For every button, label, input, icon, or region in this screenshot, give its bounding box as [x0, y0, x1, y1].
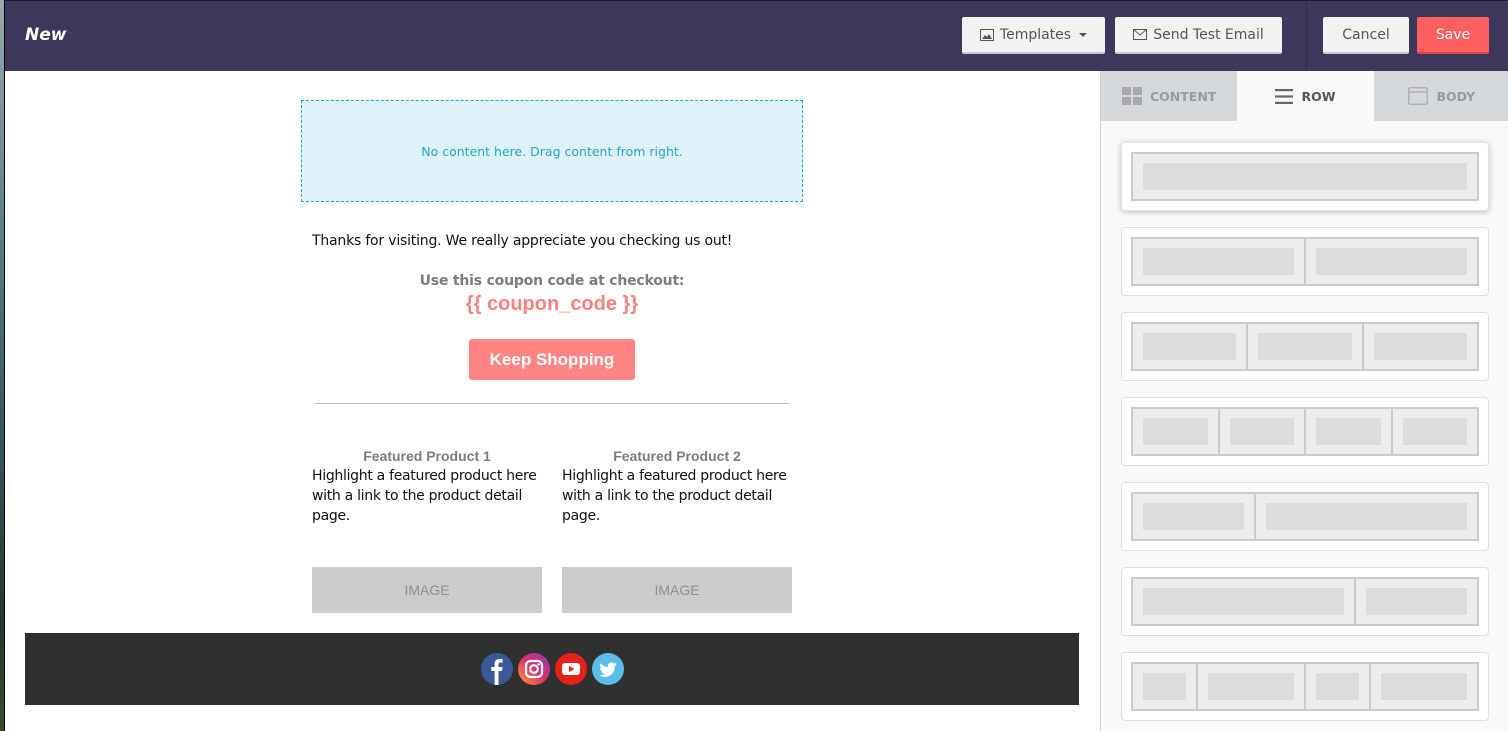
footer-social-bar [25, 633, 1079, 705]
row-layout-column-fill [1258, 333, 1352, 360]
send-test-email-button[interactable]: Send Test Email [1115, 17, 1282, 54]
email-editor-window: New Templates Send Test Email Cancel Sav… [4, 0, 1508, 731]
templates-label: Templates [999, 26, 1072, 43]
row-layout-column-fill [1229, 418, 1294, 445]
cancel-button[interactable]: Cancel [1323, 17, 1409, 54]
product-description: Highlight a featured product here with a… [312, 468, 537, 524]
row-layout-preview [1131, 577, 1479, 626]
row-layout-column [1133, 239, 1306, 284]
envelope-icon [1133, 29, 1148, 40]
row-layout-column-fill [1143, 333, 1237, 360]
row-layout-list [1121, 142, 1489, 731]
row-layout-preview [1131, 152, 1479, 201]
row-layout-option[interactable] [1121, 227, 1489, 296]
row-layout-preview [1131, 407, 1479, 456]
row-layout-option[interactable] [1121, 142, 1489, 211]
youtube-icon[interactable] [554, 653, 587, 685]
row-layout-column-fill [1366, 588, 1467, 615]
row-layout-column [1248, 324, 1364, 369]
row-layout-column-fill [1316, 673, 1359, 700]
row-layout-column [1133, 494, 1256, 539]
sidebar-tabs: CONTENT ROW BODY [1101, 71, 1508, 121]
product-description: Highlight a featured product here with a… [562, 468, 787, 524]
facebook-icon[interactable] [480, 653, 513, 685]
right-sidebar: CONTENT ROW BODY [1100, 71, 1508, 731]
row-layout-option[interactable] [1121, 312, 1489, 381]
row-layout-preview [1131, 237, 1479, 286]
twitter-icon[interactable] [591, 653, 624, 685]
row-layout-column [1133, 664, 1198, 709]
divider [315, 403, 789, 404]
row-layout-column-fill [1143, 418, 1208, 445]
row-layout-column-fill [1143, 673, 1186, 700]
document-title: New [25, 25, 67, 45]
product-image-placeholder-2[interactable]: IMAGE [562, 567, 792, 613]
row-layout-column-fill [1316, 248, 1467, 275]
tab-body[interactable]: BODY [1373, 71, 1508, 121]
row-layout-column-fill [1402, 418, 1467, 445]
row-layout-column [1393, 409, 1478, 454]
row-layout-column-fill [1143, 163, 1467, 190]
row-layout-option[interactable] [1121, 397, 1489, 466]
row-layout-option[interactable] [1121, 567, 1489, 636]
row-layout-preview [1131, 492, 1479, 541]
save-button[interactable]: Save [1417, 17, 1489, 54]
thanks-text[interactable]: Thanks for visiting. We really appreciat… [312, 233, 732, 249]
featured-product-1[interactable]: Featured Product 1 Highlight a featured … [312, 448, 542, 526]
row-layout-column [1356, 579, 1477, 624]
row-layout-column [1133, 324, 1249, 369]
templates-button[interactable]: Templates [962, 17, 1105, 54]
empty-dropzone[interactable]: No content here. Drag content from right… [301, 100, 803, 202]
product-title: Featured Product 2 [613, 448, 741, 464]
instagram-icon[interactable] [517, 653, 550, 685]
row-layout-column [1306, 664, 1371, 709]
row-layout-column [1306, 409, 1393, 454]
tab-body-label: BODY [1436, 88, 1476, 104]
menu-lines-icon [1275, 88, 1294, 104]
window-icon [1408, 87, 1429, 105]
tab-content[interactable]: CONTENT [1101, 71, 1238, 121]
row-layout-column [1133, 409, 1220, 454]
row-layout-column-fill [1143, 248, 1294, 275]
row-layout-column [1133, 579, 1357, 624]
row-layout-preview [1131, 322, 1479, 371]
row-layout-column-fill [1373, 333, 1467, 360]
email-canvas: No content here. Drag content from right… [5, 71, 1099, 731]
caret-down-icon [1079, 32, 1088, 37]
row-layout-preview [1131, 662, 1479, 711]
row-layout-column-fill [1143, 588, 1345, 615]
product-title: Featured Product 1 [363, 448, 491, 464]
send-test-email-label: Send Test Email [1153, 26, 1264, 43]
row-layout-column [1198, 664, 1306, 709]
coupon-code[interactable]: {{ coupon_code }} [301, 293, 803, 316]
tab-row-label: ROW [1301, 88, 1336, 104]
top-bar: New Templates Send Test Email Cancel Sav… [5, 0, 1508, 72]
row-layout-column-fill [1316, 418, 1381, 445]
row-layout-column [1371, 664, 1477, 709]
row-layout-option[interactable] [1121, 482, 1489, 551]
product-image-placeholder-1[interactable]: IMAGE [312, 567, 542, 613]
grid-icon [1122, 87, 1142, 105]
row-layout-column [1306, 239, 1477, 284]
coupon-label[interactable]: Use this coupon code at checkout: [301, 273, 803, 289]
tab-content-label: CONTENT [1150, 88, 1217, 104]
row-layout-column [1364, 324, 1477, 369]
row-layout-column [1133, 154, 1477, 199]
row-layout-column-fill [1208, 673, 1294, 700]
row-layout-column-fill [1381, 673, 1467, 700]
header-divider [1306, 1, 1307, 72]
featured-product-2[interactable]: Featured Product 2 Highlight a featured … [562, 448, 792, 526]
row-layout-column [1256, 494, 1477, 539]
tab-row[interactable]: ROW [1237, 71, 1374, 121]
row-layout-column-fill [1265, 503, 1467, 530]
row-layout-column [1220, 409, 1306, 454]
image-icon [979, 28, 994, 41]
keep-shopping-button[interactable]: Keep Shopping [469, 339, 635, 380]
row-layout-column-fill [1143, 503, 1244, 530]
row-layout-option[interactable] [1121, 652, 1489, 721]
